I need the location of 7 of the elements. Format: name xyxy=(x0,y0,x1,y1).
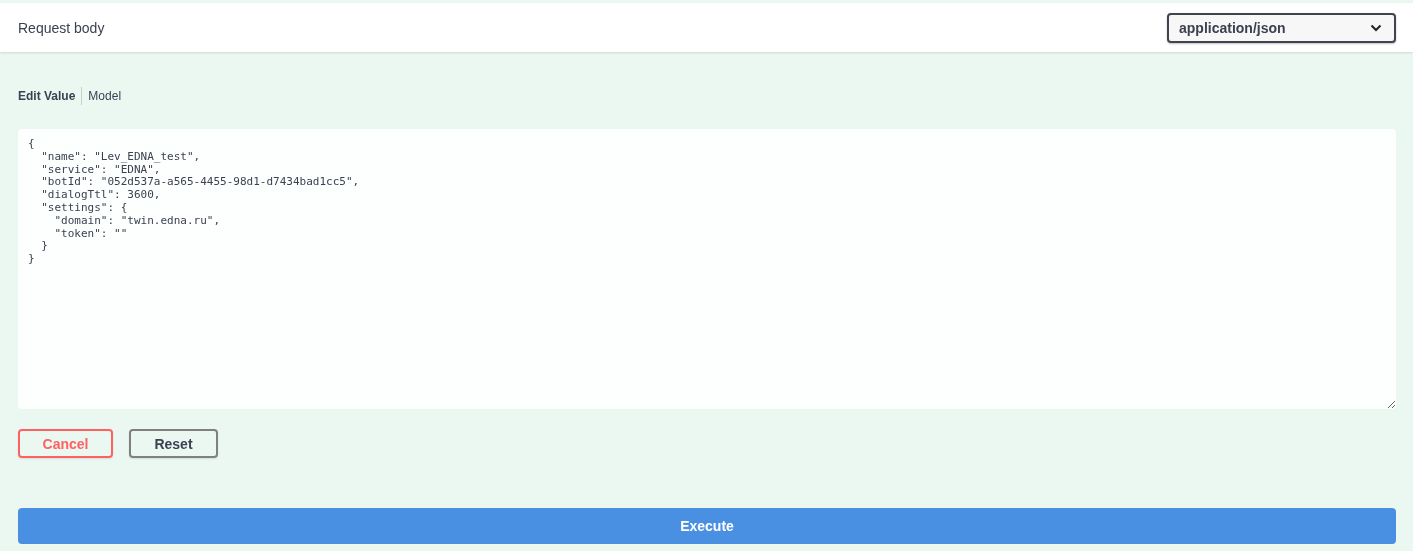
chevron-down-icon xyxy=(1370,23,1382,32)
tab[interactable]: Model xyxy=(88,89,122,103)
json-editor[interactable]: { "name": "Lev_EDNA_test", "service": "EDNA", "botId": "052d537a-a565-4455-98d1-d7434bad1cc5", "dialogTtl": 3600, "settings": { "domain": "twin.edna.ru", "token": "" } } xyxy=(18,129,1396,409)
content-type-dropdown[interactable]: application/json xyxy=(1167,12,1396,43)
reset-button[interactable]: Reset xyxy=(129,429,218,458)
tab[interactable]: Edit Value xyxy=(18,89,76,103)
section-title: Request body xyxy=(18,19,105,36)
